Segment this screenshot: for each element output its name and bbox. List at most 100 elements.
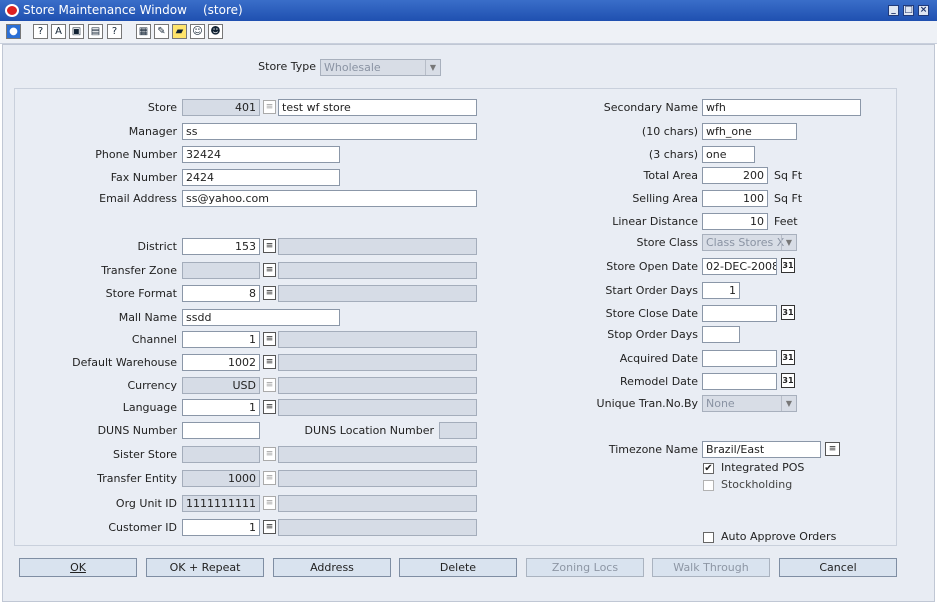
three-chars-field[interactable]: one — [702, 146, 755, 163]
calendar-icon[interactable]: 31 — [781, 350, 795, 365]
email-field[interactable]: ss@yahoo.com — [182, 190, 477, 207]
store-close-date-field[interactable] — [702, 305, 777, 322]
store-label: Store — [147, 101, 177, 114]
duns-location-field — [439, 422, 477, 439]
stockholding-label: Stockholding — [721, 478, 793, 491]
info-icon[interactable]: ? — [107, 24, 122, 39]
globe-icon[interactable]: ● — [6, 24, 21, 39]
total-area-field[interactable]: 200 — [702, 167, 768, 184]
currency-field: USD — [182, 377, 260, 394]
acquired-date-field[interactable] — [702, 350, 777, 367]
timezone-field[interactable]: Brazil/East — [702, 441, 821, 458]
channel-description — [278, 331, 477, 348]
timezone-lov-icon[interactable]: ≡ — [825, 442, 840, 456]
address-button[interactable]: Address — [273, 558, 391, 577]
copy-icon[interactable]: ▣ — [69, 24, 84, 39]
three-chars-label: (3 chars) — [648, 148, 698, 161]
remodel-date-field[interactable] — [702, 373, 777, 390]
manager-label: Manager — [128, 125, 177, 138]
mall-field[interactable]: ssdd — [182, 309, 340, 326]
transfer-entity-description — [278, 470, 477, 487]
store-name-field[interactable]: test wf store — [278, 99, 477, 116]
sister-store-description — [278, 446, 477, 463]
customer-id-lov-icon[interactable]: ≡ — [263, 520, 276, 534]
calendar-icon[interactable]: 31 — [781, 305, 795, 320]
cancel-button[interactable]: Cancel — [779, 558, 897, 577]
customer-id-field[interactable]: 1 — [182, 519, 260, 536]
org-unit-label: Org Unit ID — [115, 497, 177, 510]
store-close-date-label: Store Close Date — [605, 307, 698, 320]
default-warehouse-field[interactable]: 1002 — [182, 354, 260, 371]
transfer-zone-label: Transfer Zone — [101, 264, 177, 277]
channel-lov-icon[interactable]: ≡ — [263, 332, 276, 346]
secondary-name-field[interactable]: wfh — [702, 99, 861, 116]
maximize-icon[interactable]: □ — [903, 5, 914, 16]
org-unit-lov-icon: ≡ — [263, 496, 276, 510]
close-icon[interactable]: × — [918, 5, 929, 16]
transfer-zone-lov-icon[interactable]: ≡ — [263, 263, 276, 277]
delete-button[interactable]: Delete — [399, 558, 517, 577]
find-icon[interactable]: A — [51, 24, 66, 39]
manager-field[interactable]: ss — [182, 123, 477, 140]
stop-order-days-field[interactable] — [702, 326, 740, 343]
store-format-description — [278, 285, 477, 302]
email-label: Email Address — [99, 192, 177, 205]
transfer-zone-field — [182, 262, 260, 279]
default-warehouse-lov-icon[interactable]: ≡ — [263, 355, 276, 369]
district-field[interactable]: 153 — [182, 238, 260, 255]
print-icon[interactable]: ▤ — [88, 24, 103, 39]
remodel-date-label: Remodel Date — [620, 375, 698, 388]
store-format-lov-icon[interactable]: ≡ — [263, 286, 276, 300]
integrated-pos-checkbox[interactable]: ✔ — [703, 463, 714, 474]
stop-order-days-label: Stop Order Days — [607, 328, 698, 341]
linear-distance-field[interactable]: 10 — [702, 213, 768, 230]
store-format-field[interactable]: 8 — [182, 285, 260, 302]
currency-lov-icon: ≡ — [263, 378, 276, 392]
currency-description — [278, 377, 477, 394]
duns-label: DUNS Number — [97, 424, 177, 437]
chevron-down-icon: ▼ — [781, 235, 796, 250]
phone-field[interactable]: 32424 — [182, 146, 340, 163]
fax-field[interactable]: 2424 — [182, 169, 340, 186]
title-bar: Store Maintenance Window (store) _ □ × — [0, 0, 937, 21]
acquired-date-label: Acquired Date — [619, 352, 698, 365]
store-type-label: Store Type — [258, 60, 316, 73]
duns-location-label: DUNS Location Number — [304, 424, 434, 437]
total-area-label: Total Area — [643, 169, 698, 182]
currency-label: Currency — [127, 379, 177, 392]
list-icon: ≡ — [263, 100, 276, 114]
secondary-name-label: Secondary Name — [603, 101, 698, 114]
ok-repeat-button[interactable]: OK + Repeat — [146, 558, 264, 577]
walk-through-button: Walk Through — [652, 558, 770, 577]
help-icon[interactable]: ? — [33, 24, 48, 39]
auto-approve-checkbox[interactable] — [703, 532, 714, 543]
grid-icon[interactable]: ▦ — [136, 24, 151, 39]
start-order-days-field[interactable]: 1 — [702, 282, 740, 299]
minimize-icon[interactable]: _ — [888, 5, 899, 16]
selling-area-field[interactable]: 100 — [702, 190, 768, 207]
edit-icon[interactable]: ✎ — [154, 24, 169, 39]
transfer-entity-lov-icon: ≡ — [263, 471, 276, 485]
transfer-entity-field: 1000 — [182, 470, 260, 487]
calendar-icon[interactable]: 31 — [781, 373, 795, 388]
duns-field[interactable] — [182, 422, 260, 439]
user-alt-icon[interactable]: ☻ — [208, 24, 223, 39]
chevron-down-icon: ▼ — [425, 60, 440, 75]
sister-store-field — [182, 446, 260, 463]
ten-chars-field[interactable]: wfh_one — [702, 123, 797, 140]
selling-area-label: Selling Area — [632, 192, 698, 205]
language-label: Language — [122, 401, 177, 414]
language-lov-icon[interactable]: ≡ — [263, 400, 276, 414]
district-lov-icon[interactable]: ≡ — [263, 239, 276, 253]
calendar-icon[interactable]: 31 — [781, 258, 795, 273]
folder-icon[interactable]: ▰ — [172, 24, 187, 39]
transfer-zone-description — [278, 262, 477, 279]
ok-button[interactable]: OK — [19, 558, 137, 577]
language-field[interactable]: 1 — [182, 399, 260, 416]
default-warehouse-label: Default Warehouse — [72, 356, 177, 369]
total-area-unit: Sq Ft — [774, 169, 803, 182]
store-open-date-label: Store Open Date — [606, 260, 698, 273]
store-open-date-field[interactable]: 02-DEC-2008 — [702, 258, 777, 275]
channel-field[interactable]: 1 — [182, 331, 260, 348]
user-icon[interactable]: ☺ — [190, 24, 205, 39]
